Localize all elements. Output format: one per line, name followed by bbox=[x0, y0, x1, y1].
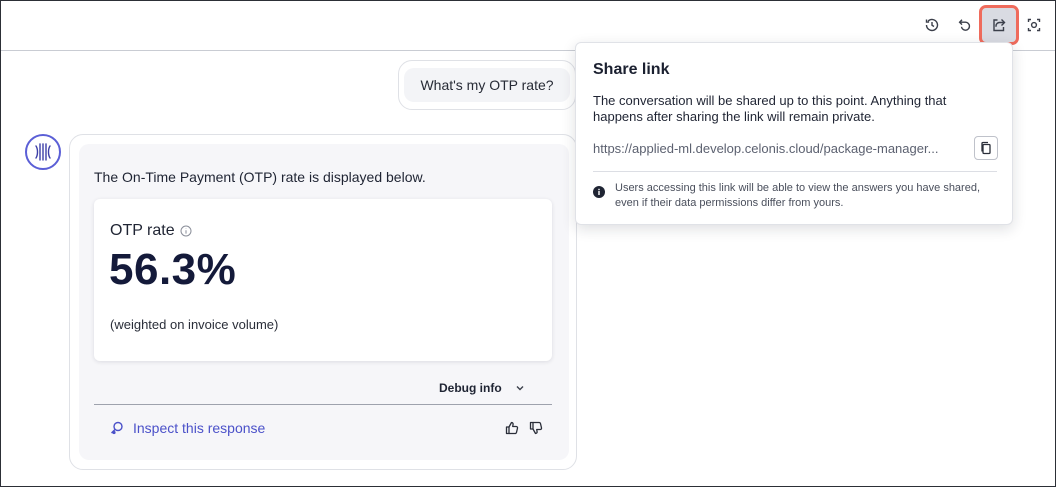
thumbs-up-icon bbox=[505, 421, 519, 435]
chevron-down-icon bbox=[516, 386, 524, 391]
inspect-response-link[interactable]: Inspect this response bbox=[109, 420, 265, 436]
kpi-label: OTP rate bbox=[110, 222, 175, 239]
kpi-label-row: OTP rate bbox=[110, 222, 192, 240]
user-message-bubble: What's my OTP rate? bbox=[398, 60, 576, 110]
history-icon bbox=[925, 18, 939, 32]
thumbs-down-button[interactable] bbox=[528, 420, 544, 441]
undo-button[interactable] bbox=[948, 9, 980, 41]
answer-intro-text: The On-Time Payment (OTP) rate is displa… bbox=[94, 169, 426, 185]
debug-info-label: Debug info bbox=[439, 381, 502, 395]
popover-title: Share link bbox=[593, 61, 670, 78]
popover-divider bbox=[593, 171, 997, 172]
scan-button[interactable] bbox=[1018, 9, 1050, 41]
debug-info-toggle[interactable]: Debug info bbox=[439, 381, 526, 395]
inspect-response-label: Inspect this response bbox=[133, 420, 266, 436]
info-icon[interactable] bbox=[180, 225, 192, 237]
copy-link-button[interactable] bbox=[974, 136, 998, 160]
share-link-popover: Share link The conversation will be shar… bbox=[575, 42, 1013, 225]
info-filled-icon bbox=[593, 186, 605, 198]
kpi-note: (weighted on invoice volume) bbox=[110, 317, 279, 332]
answer-content: The On-Time Payment (OTP) rate is displa… bbox=[79, 144, 569, 460]
popover-note-text: Users accessing this link will be able t… bbox=[615, 182, 981, 209]
undo-icon bbox=[958, 19, 971, 31]
share-link-row: https://applied-ml.develop.celonis.cloud… bbox=[593, 135, 998, 161]
share-icon bbox=[993, 19, 1006, 32]
inspect-icon bbox=[111, 421, 123, 435]
user-message-text: What's my OTP rate? bbox=[404, 68, 570, 102]
assistant-logo-icon bbox=[35, 143, 51, 161]
scan-icon bbox=[1027, 18, 1041, 32]
thumbs-down-icon bbox=[529, 421, 543, 435]
copy-icon bbox=[981, 141, 991, 155]
share-link-url[interactable]: https://applied-ml.develop.celonis.cloud… bbox=[593, 141, 938, 156]
kpi-value: 56.3% bbox=[109, 245, 237, 294]
history-button[interactable] bbox=[916, 9, 948, 41]
assistant-avatar bbox=[25, 134, 61, 170]
assistant-answer-card: The On-Time Payment (OTP) rate is displa… bbox=[69, 134, 577, 470]
popover-description: The conversation will be shared up to th… bbox=[593, 93, 947, 124]
kpi-card: OTP rate 56.3% (weighted on invoice volu… bbox=[94, 199, 552, 361]
popover-note: Users accessing this link will be able t… bbox=[593, 181, 988, 211]
answer-divider bbox=[94, 404, 552, 405]
thumbs-up-button[interactable] bbox=[504, 420, 520, 441]
share-button[interactable] bbox=[979, 5, 1019, 45]
